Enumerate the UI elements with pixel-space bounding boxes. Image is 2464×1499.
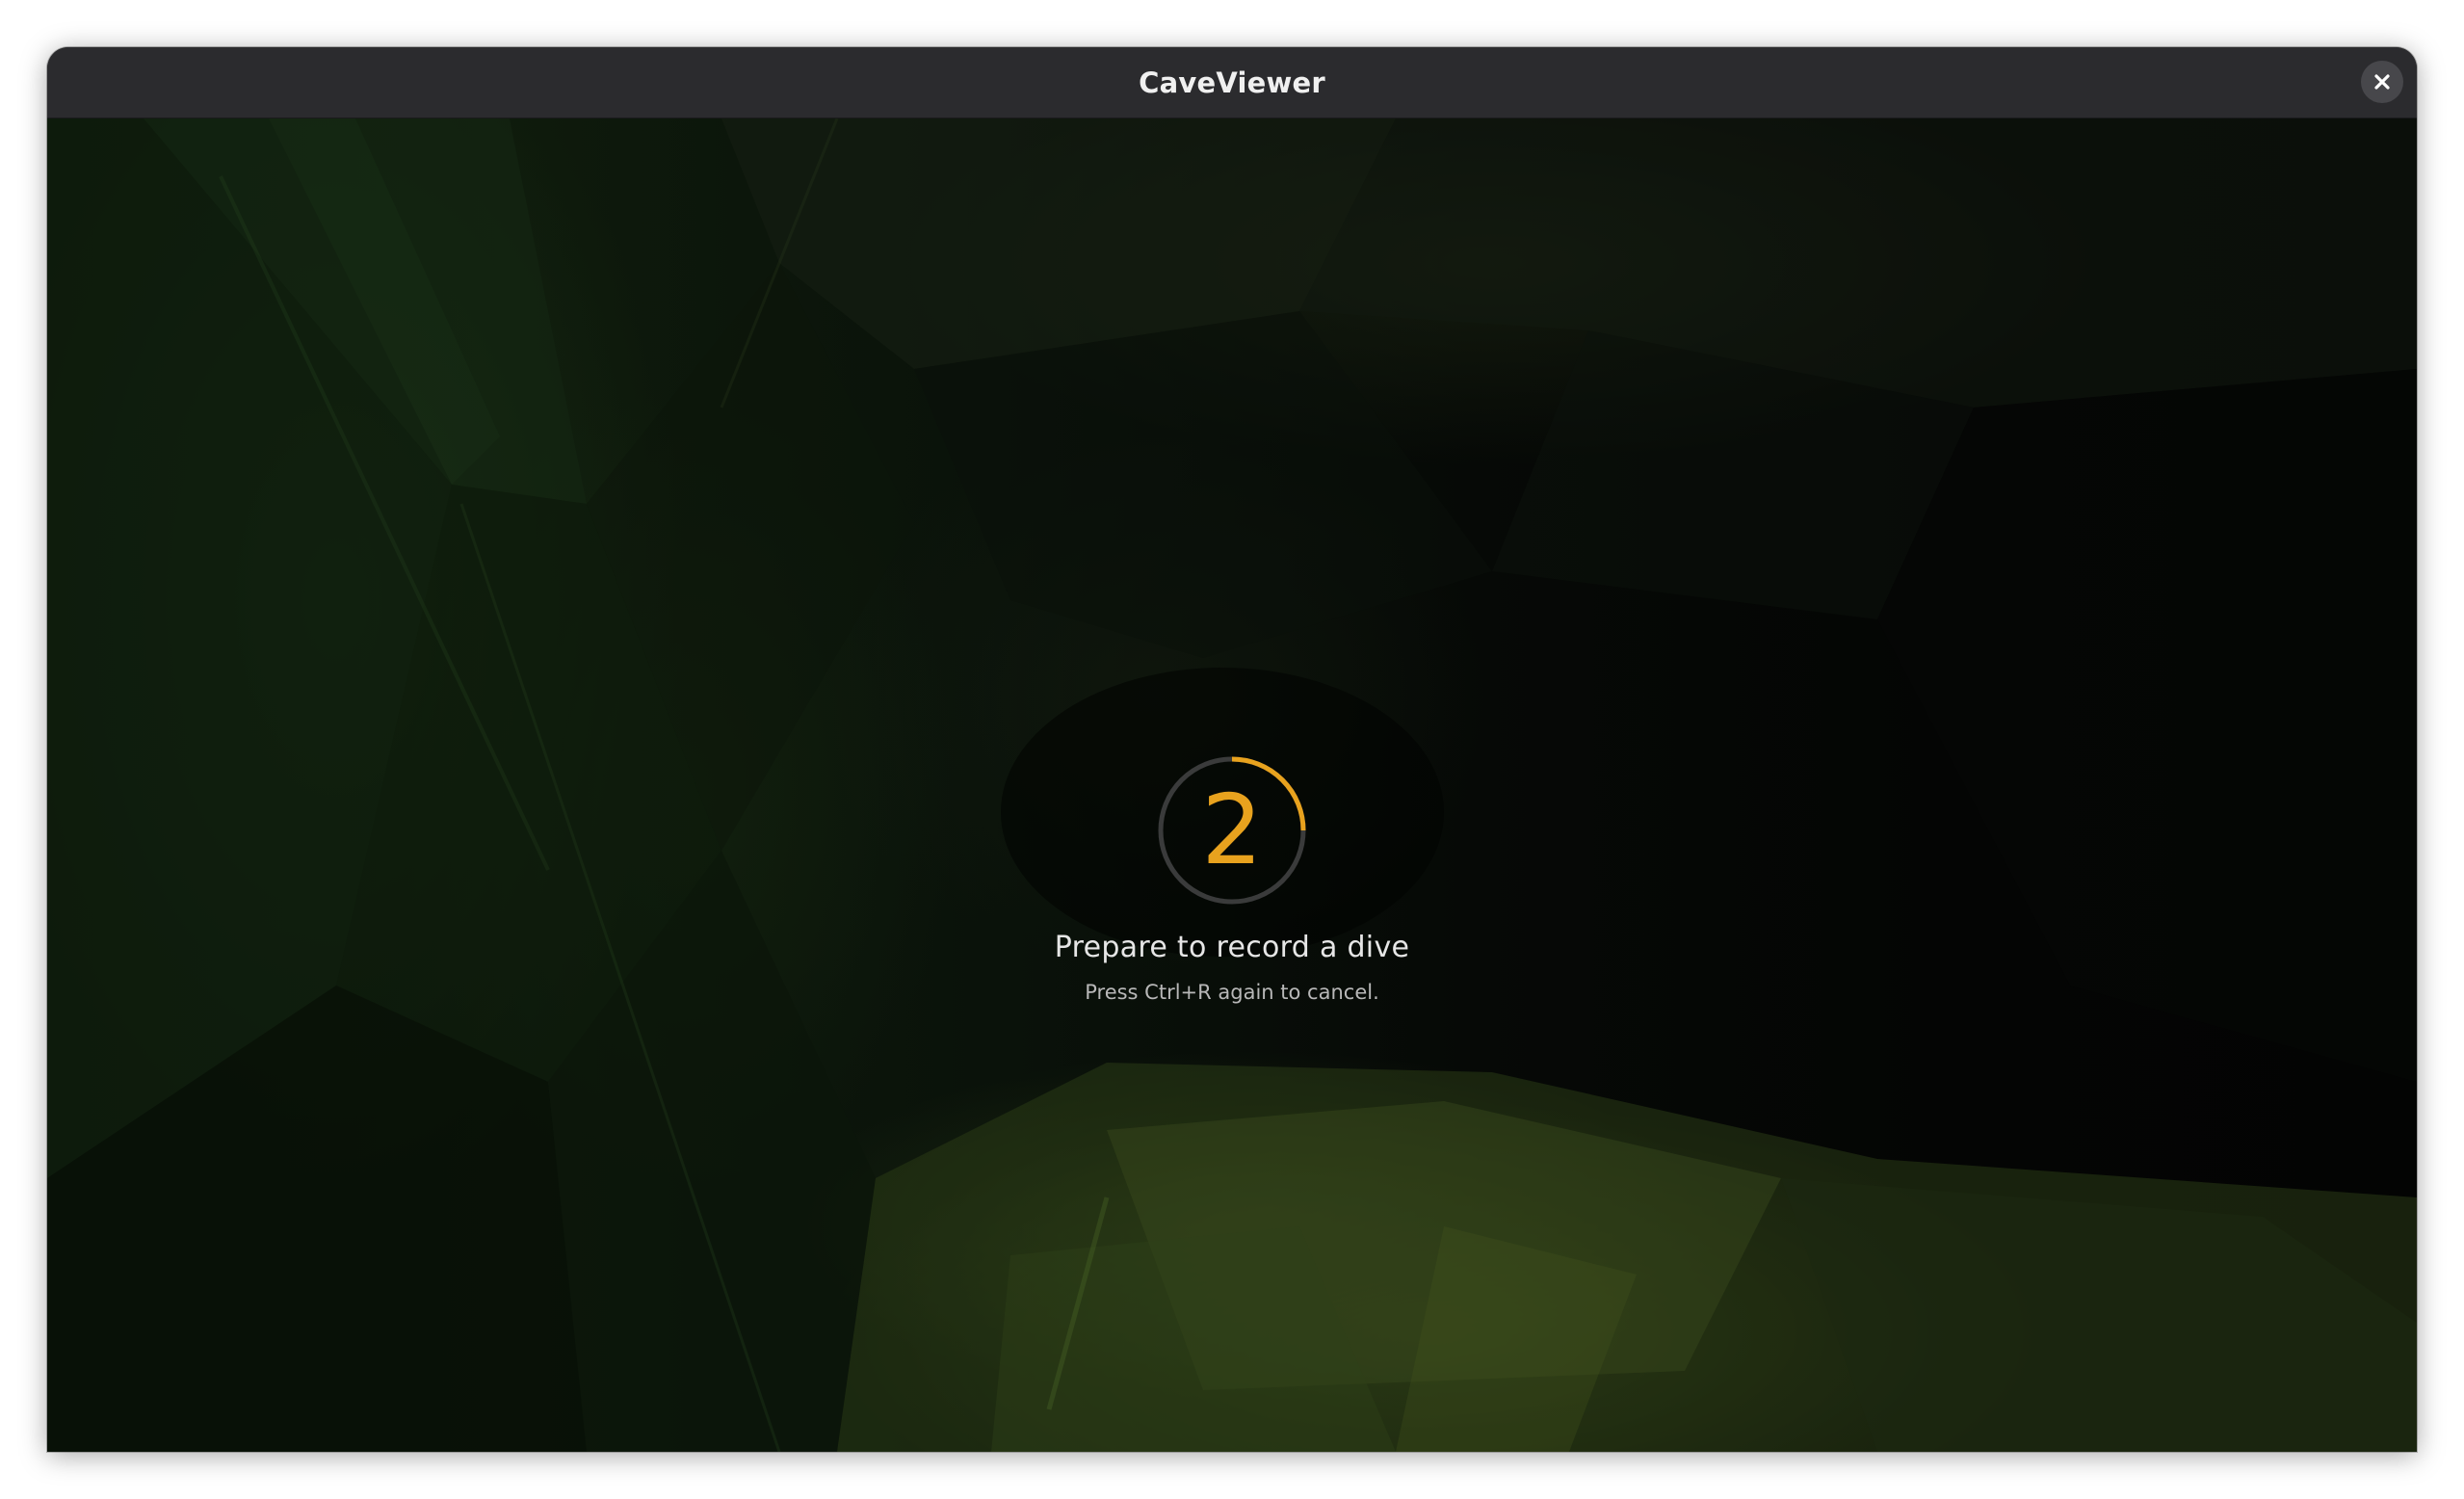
recording-prompt: 2 Prepare to record a dive Press Ctrl+R … — [47, 118, 2417, 1452]
app-window: CaveViewer 2 Prepare to record a dive Pr… — [47, 47, 2417, 1452]
cave-3d-viewport[interactable]: 2 Prepare to record a dive Press Ctrl+R … — [47, 118, 2417, 1452]
prompt-hint: Press Ctrl+R again to cancel. — [1085, 981, 1379, 1004]
prompt-title: Prepare to record a dive — [1054, 931, 1410, 964]
close-icon — [2374, 74, 2390, 90]
countdown-timer: 2 — [1157, 755, 1307, 906]
close-button[interactable] — [2361, 61, 2403, 103]
countdown-number: 2 — [1201, 774, 1263, 886]
title-bar[interactable]: CaveViewer — [47, 47, 2417, 118]
window-title: CaveViewer — [1139, 66, 1325, 99]
